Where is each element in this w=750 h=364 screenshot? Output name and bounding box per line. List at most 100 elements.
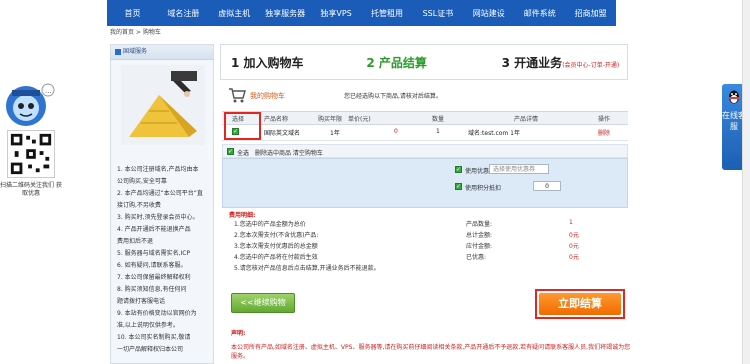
cart-icon [229,88,246,103]
nav-item-ssl[interactable]: SSL证书 [412,8,463,19]
nav-item-vps[interactable]: 独享VPS [311,8,362,19]
coupon-checkbox[interactable]: ✓ [455,166,462,173]
row-detail: 域名:test.com 1年 [468,130,520,137]
svg-text:...: ... [45,87,52,95]
left-panel-text: 1. 本公司注册域名,产品均由本 公司购买,安全可靠 2. 本产品均通过“本公司… [111,165,215,357]
step-note: (会员中心-订单-开通) [562,61,620,69]
cost-line: 1.您选中的产品金额为总价 产品数量: 1 [234,219,628,230]
cost-line-label: 总计金额: [466,232,493,239]
checkout-button[interactable]: 立即结算 [539,293,621,315]
declaration-text: 本公司所有产品,如域名注册、虚拟主机、VPS、服务器等,请在购买前仔细阅读相关条… [231,344,631,360]
breadcrumb: 我的首页 > 购物车 [110,29,161,36]
highlight-box [224,112,261,140]
select-all-label: 全选 [237,150,250,157]
table-row: ✓ 国际英文域名 1年 0 1 域名:test.com 1年 删除 [222,124,628,141]
col-product: 产品名称 [264,116,289,123]
left-info-panel: 国域服务 1. 本公司注册域名,产品均由本 公司购买,安全可靠 2. 本产品均通… [110,44,214,364]
cost-line-value: 0元 [569,232,579,239]
step-add-to-cart: 1 加入购物车 [221,54,356,71]
col-action: 操作 [598,116,611,123]
cost-line-text: 4.您选中的产品将在付款后生效 [234,254,318,261]
row-product-name: 国际英文域名 [264,130,301,137]
cost-line-text: 2.您本次需支付(不含优惠)产品: [234,232,319,239]
cart-table-header: 选择 产品名称 购买年限 单价(元) 数量 产品详情 操作 [222,111,628,125]
qr-caption: 扫描二维码关注我们 获取优惠 [0,182,62,197]
floating-qr-widget: ... 扫描二维码关注我们 获取优惠 [0,80,62,230]
left-panel-line: 6. 如有疑问,请联系客服。 [117,262,187,269]
checkout-steps: 1 加入购物车 2 产品结算 3 开通业务(会员中心-订单-开通) [220,44,628,80]
cost-line: 3.您本次需支付优惠后的总金额 应付金额: 0元 [234,241,628,252]
left-panel-line: 4. 产品开通后不能退换产品 [117,226,191,233]
points-input[interactable]: 0 [533,181,561,191]
row-delete-link[interactable]: 删除 [598,128,610,137]
discount-panel: ✓ 使用优惠券 选择使用优惠券 ✓ 使用积分抵扣 0 [222,158,628,208]
qr-code-icon [7,130,55,178]
top-nav: 首页 域名注册 虚拟主机 独享服务器 独享VPS 托管租用 SSL证书 网站建设… [107,0,616,26]
select-all-checkbox[interactable]: ✓ [227,148,234,155]
row-qty: 1 [436,128,440,135]
left-panel-line: 准,以上说明仅供参考。 [117,322,179,329]
step-label: 2 产品结算 [366,55,427,70]
row-price: 0 [394,128,398,135]
left-panel-line: 1. 本公司注册域名,产品均由本 [117,166,199,173]
cart-actions-bar: ✓ 全选 删除选中商品 清空购物车 [222,144,628,158]
qq-penguin-icon [729,90,739,104]
left-panel-line: 10. 本公司实名制购买,敬请 [117,334,191,341]
col-price: 单价(元) [348,116,371,123]
cost-line-value: 0元 [569,254,579,261]
cost-line-text: 3.您本次需支付优惠后的总金额 [234,243,318,250]
cost-line-value: 1 [569,219,573,226]
page-scrollbar[interactable] [742,0,750,364]
left-panel-line: 7. 本公司保留最终解释权利 [117,274,191,281]
left-panel-line: 题请拨打客服电话 [117,298,166,305]
cost-line: 2.您本次需支付(不含优惠)产品: 总计金额: 0元 [234,230,628,241]
row-years: 1年 [330,130,340,137]
nav-item-servers[interactable]: 独享服务器 [260,8,311,19]
step-label: 3 开通业务 [501,55,563,70]
cost-line-text: 1.您选中的产品金额为总价 [234,221,306,228]
coupon-select[interactable]: 选择使用优惠券 [489,164,549,174]
declaration-title: 声明: [231,330,246,337]
cost-line-label: 已优惠: [466,254,487,261]
left-panel-header: 国域服务 [111,45,213,60]
cost-summary: 费用明细: 1.您选中的产品金额为总价 产品数量: 1 2.您本次需支付(不含优… [222,210,628,274]
cost-line-label: 产品数量: [466,221,493,228]
cost-line-value: 0元 [569,243,579,250]
step-activate: 3 开通业务(会员中心-订单-开通) [492,54,627,71]
left-panel-line: 2. 本产品均通过“本公司平台”直 [117,190,203,197]
nav-item-website[interactable]: 网站建设 [463,8,514,19]
nav-item-home[interactable]: 首页 [107,8,158,19]
mascot-icon: ... [6,83,55,126]
cost-line-label: 应付金额: [466,243,493,250]
left-panel-line: 接订购,不另收费 [117,202,161,209]
col-qty: 数量 [432,116,445,123]
continue-shopping-button[interactable]: <<继续购物 [231,293,295,313]
nav-item-colocation[interactable]: 托管租用 [362,8,413,19]
left-panel-line: 8. 购买须知信息,有任何问 [117,286,187,293]
pyramid-illustration [121,65,205,145]
cart-header: 我的购物车 您已经选购以下商品,请核对后结算。 [222,82,628,110]
cost-summary-title: 费用明细: [229,212,256,219]
left-panel-line: 5. 服务器与域名需实名,ICP [117,250,191,257]
step-checkout: 2 产品结算 [356,54,491,71]
left-panel-line: 公司购买,安全可靠 [117,178,167,185]
nav-item-domains[interactable]: 域名注册 [158,8,209,19]
left-panel-line: 9. 本站有价格变动以官网价为 [117,310,197,317]
cart-title: 我的购物车 [250,92,285,100]
col-detail: 产品详情 [514,116,539,123]
nav-item-hosting[interactable]: 虚拟主机 [209,8,260,19]
points-checkbox[interactable]: ✓ [455,183,462,190]
step-label: 1 加入购物车 [231,55,304,70]
left-panel-line: 费用扣后不退 [117,238,154,245]
cost-line: 5.请您核对产品信息后点击结算,开通业务后不能退款。 [234,263,628,274]
cost-line: 4.您选中的产品将在付款后生效 已优惠: 0元 [234,252,628,263]
col-years: 购买年限 [318,116,343,123]
nav-item-email[interactable]: 邮件系统 [514,8,565,19]
left-panel-line: 3. 购买时,须先登录会员中心。 [117,214,199,221]
cost-line-text: 5.请您核对产品信息后点击结算,开通业务后不能退款。 [234,265,380,272]
nav-item-agent[interactable]: 招商加盟 [565,8,616,19]
left-panel-line: 一切产品解释权归本公司 [117,346,184,353]
points-label: 使用积分抵扣 [465,185,502,192]
bulk-actions-link[interactable]: 删除选中商品 清空购物车 [255,148,323,157]
checkout-highlight: 立即结算 [535,289,625,319]
